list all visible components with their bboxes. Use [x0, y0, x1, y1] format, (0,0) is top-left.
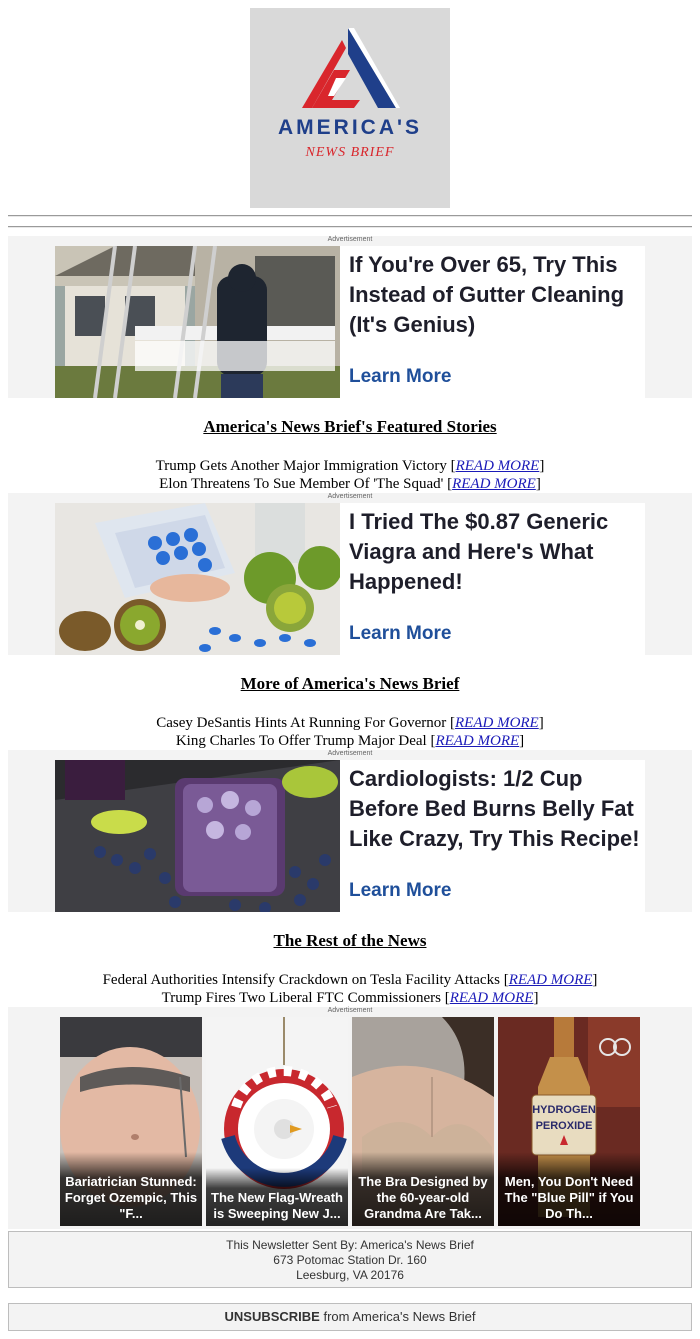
logo: AMERICA'S NEWS BRIEF: [250, 8, 450, 208]
footer-sender: This Newsletter Sent By: America's News …: [226, 1238, 474, 1252]
unsubscribe-link[interactable]: UNSUBSCRIBE: [225, 1309, 320, 1324]
section-title: America's News Brief's Featured Stories: [203, 417, 497, 436]
story-line: Elon Threatens To Sue Member Of 'The Squ…: [159, 476, 541, 492]
unsubscribe-text: from America's News Brief: [319, 1309, 476, 1324]
story-line: Federal Authorities Intensify Crackdown …: [102, 972, 598, 988]
ad-tile-caption[interactable]: Men, You Don't Need The "Blue Pill" if Y…: [498, 1152, 640, 1226]
ad-card[interactable]: If You're Over 65, Try This Instead of G…: [55, 246, 645, 398]
ad-label: Advertisement: [327, 1007, 373, 1014]
svg-text:PEROXIDE: PEROXIDE: [536, 1120, 593, 1132]
read-more-link[interactable]: READ MORE: [435, 733, 519, 749]
ad-label: Advertisement: [327, 750, 373, 757]
unsubscribe-bar[interactable]: UNSUBSCRIBE from America's News Brief: [8, 1303, 692, 1331]
ad-tile-caption[interactable]: The New Flag-Wreath is Sweeping New J...: [206, 1168, 348, 1226]
read-more-link[interactable]: READ MORE: [455, 715, 539, 731]
ad-tile-caption[interactable]: Bariatrician Stunned: Forget Ozempic, Th…: [60, 1152, 202, 1226]
story-headline: Trump Fires Two Liberal FTC Commissioner…: [161, 990, 441, 1006]
ad-tile[interactable]: HYDROGEN PEROXIDE Men, You Don't Need Th…: [498, 1017, 640, 1226]
ad-image-gutter[interactable]: [55, 246, 340, 398]
ad-image-pills[interactable]: [55, 503, 340, 655]
story-headline: King Charles To Offer Trump Major Deal: [175, 733, 427, 749]
footer-city: Leesburg, VA 20176: [296, 1268, 404, 1282]
read-more-link[interactable]: READ MORE: [456, 458, 540, 474]
svg-text:HYDROGEN: HYDROGEN: [532, 1104, 596, 1116]
section-title: More of America's News Brief: [240, 674, 460, 693]
story-line: Casey DeSantis Hints At Running For Gove…: [156, 715, 544, 731]
triangle-logo-icon: [302, 28, 400, 108]
logo-wordmark: AMERICA'S: [278, 116, 422, 139]
ad-tile[interactable]: The New Flag-Wreath is Sweeping New J...: [206, 1017, 348, 1226]
ad-block: Advertisement: [8, 493, 692, 655]
divider: [8, 226, 692, 228]
ad-card[interactable]: Cardiologists: 1/2 Cup Before Bed Burns …: [55, 760, 645, 912]
story-headline: Casey DeSantis Hints At Running For Gove…: [156, 715, 447, 731]
learn-more-link[interactable]: Learn More: [349, 366, 451, 388]
section-title: The Rest of the News: [273, 931, 427, 950]
ad-tile[interactable]: Bariatrician Stunned: Forget Ozempic, Th…: [60, 1017, 202, 1226]
learn-more-link[interactable]: Learn More: [349, 623, 451, 645]
read-more-link[interactable]: READ MORE: [450, 990, 534, 1006]
story-headline: Federal Authorities Intensify Crackdown …: [102, 972, 500, 988]
ad-tile-caption[interactable]: The Bra Designed by the 60-year-old Gran…: [352, 1152, 494, 1226]
footer-address: 673 Potomac Station Dr. 160: [273, 1253, 427, 1267]
divider: [8, 215, 692, 217]
ad-block: Advertisement Cardiologists: 1/2 Cup Bef…: [8, 750, 692, 912]
ad-block: Advertisement: [8, 236, 692, 398]
ad-grid-block: Advertisement Bariatrician Stunned: Forg…: [8, 1007, 692, 1229]
ad-image-drink[interactable]: [55, 760, 340, 912]
story-headline: Trump Gets Another Major Immigration Vic…: [155, 458, 447, 474]
ad-headline[interactable]: I Tried The $0.87 Generic Viagra and Her…: [349, 507, 643, 597]
learn-more-link[interactable]: Learn More: [349, 880, 451, 902]
ad-label: Advertisement: [327, 236, 373, 243]
ad-headline[interactable]: If You're Over 65, Try This Instead of G…: [349, 250, 643, 340]
ad-card[interactable]: I Tried The $0.87 Generic Viagra and Her…: [55, 503, 645, 655]
story-line: King Charles To Offer Trump Major Deal […: [175, 733, 525, 749]
story-line: Trump Gets Another Major Immigration Vic…: [155, 458, 545, 474]
read-more-link[interactable]: READ MORE: [509, 972, 593, 988]
ad-label: Advertisement: [327, 493, 373, 500]
ad-headline[interactable]: Cardiologists: 1/2 Cup Before Bed Burns …: [349, 764, 643, 854]
read-more-link[interactable]: READ MORE: [452, 476, 536, 492]
story-headline: Elon Threatens To Sue Member Of 'The Squ…: [159, 476, 444, 492]
newsletter-footer: This Newsletter Sent By: America's News …: [8, 1231, 692, 1288]
logo-tagline: NEWS BRIEF: [305, 145, 395, 160]
ad-tile[interactable]: The Bra Designed by the 60-year-old Gran…: [352, 1017, 494, 1226]
story-line: Trump Fires Two Liberal FTC Commissioner…: [161, 990, 539, 1006]
